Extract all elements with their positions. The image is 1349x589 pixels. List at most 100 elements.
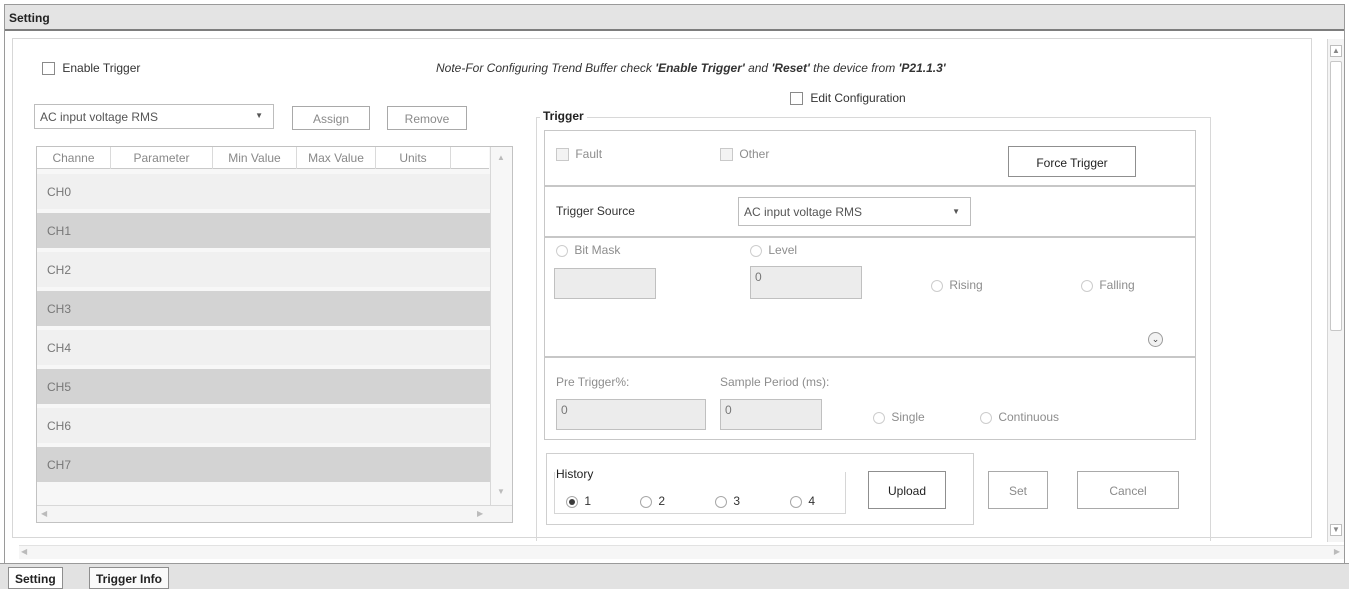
window-title: Setting [5, 5, 1344, 31]
continuous-label: Continuous [998, 410, 1060, 424]
force-trigger-button[interactable]: Force Trigger [1008, 146, 1136, 177]
grid-scroll-left-icon[interactable]: ◀ [41, 509, 47, 518]
bit-mask-input[interactable] [554, 268, 656, 299]
dropdown-arrow-icon[interactable]: ▼ [255, 111, 263, 120]
table-row[interactable]: CH5 [37, 369, 490, 404]
edit-configuration-label: Edit Configuration [810, 91, 906, 105]
note-text-device: the device from [809, 61, 899, 75]
falling-radio[interactable]: Falling [1081, 278, 1135, 292]
grid-horizontal-scrollbar[interactable]: ◀ ▶ [37, 505, 512, 522]
history-option-label: 3 [733, 494, 741, 508]
single-radio[interactable]: Single [873, 410, 925, 424]
edit-configuration-box[interactable] [790, 92, 803, 106]
history-option-label: 1 [584, 494, 592, 508]
history-radio-1[interactable] [566, 495, 578, 508]
rising-label: Rising [949, 278, 983, 292]
falling-radio-circle[interactable] [1081, 279, 1093, 292]
other-box[interactable] [720, 148, 733, 162]
history-option-3[interactable]: 3 [715, 494, 740, 508]
grid-scroll-up-icon[interactable]: ▲ [497, 153, 505, 162]
grid-vertical-scrollbar[interactable]: ▲ ▼ [490, 147, 512, 522]
bit-mask-radio-circle[interactable] [556, 244, 568, 257]
column-header-min-value[interactable]: Min Value [213, 147, 297, 169]
table-row[interactable]: CH3 [37, 291, 490, 326]
trigger-source-select[interactable]: AC input voltage RMS ▼ [738, 197, 971, 226]
single-radio-circle[interactable] [873, 411, 885, 424]
table-row[interactable]: CH2 [37, 252, 490, 287]
cancel-button[interactable]: Cancel [1077, 471, 1179, 509]
trigger-source-label: Trigger Source [556, 204, 635, 218]
enable-trigger-label: Enable Trigger [62, 61, 141, 75]
bit-mask-label: Bit Mask [574, 243, 621, 257]
pre-trigger-input[interactable]: 0 [556, 399, 706, 430]
level-label: Level [768, 243, 798, 257]
sample-period-label: Sample Period (ms): [720, 375, 830, 389]
note-text-and: and [744, 61, 772, 75]
level-radio[interactable]: Level [750, 243, 797, 257]
column-header-channel[interactable]: Channe [37, 147, 111, 169]
trigger-source-value: AC input voltage RMS [744, 205, 863, 219]
trend-buffer-note: Note-For Configuring Trend Buffer check … [436, 61, 946, 75]
history-radio-3[interactable] [715, 495, 727, 508]
table-row[interactable]: CH6 [37, 408, 490, 443]
rising-radio[interactable]: Rising [931, 278, 983, 292]
scroll-right-arrow-icon[interactable]: ▶ [1334, 547, 1340, 556]
set-button[interactable]: Set [988, 471, 1048, 509]
scroll-left-arrow-icon[interactable]: ◀ [21, 547, 27, 556]
history-radio-4[interactable] [790, 495, 802, 508]
history-radio-2[interactable] [640, 495, 652, 508]
table-row[interactable]: CH0 [37, 174, 490, 209]
history-option-4[interactable]: 4 [790, 494, 815, 508]
continuous-radio-circle[interactable] [980, 411, 992, 424]
parameter-select[interactable]: AC input voltage RMS ▼ [34, 104, 274, 129]
level-radio-circle[interactable] [750, 244, 762, 257]
enable-trigger-box[interactable] [42, 62, 55, 76]
channel-grid[interactable]: Channe Parameter Min Value Max Value Uni… [36, 146, 513, 523]
falling-label: Falling [1099, 278, 1135, 292]
edit-configuration-checkbox[interactable]: Edit Configuration [790, 91, 906, 106]
scroll-down-arrow-icon[interactable]: ▼ [1330, 524, 1342, 536]
other-checkbox[interactable]: Other [720, 147, 769, 162]
vertical-scrollbar[interactable]: ▲ ▼ [1327, 39, 1344, 542]
table-row[interactable]: CH7 [37, 447, 490, 482]
note-text: Note-For Configuring Trend Buffer check [436, 61, 656, 75]
expand-chevron-icon[interactable]: ⌄ [1148, 332, 1163, 347]
continuous-radio[interactable]: Continuous [980, 410, 1059, 424]
table-row[interactable]: CH4 [37, 330, 490, 365]
parameter-select-value: AC input voltage RMS [40, 110, 159, 124]
sample-period-input[interactable]: 0 [720, 399, 822, 430]
scroll-up-arrow-icon[interactable]: ▲ [1330, 45, 1342, 57]
tab-setting[interactable]: Setting [8, 567, 63, 589]
tab-trigger-info[interactable]: Trigger Info [89, 567, 169, 589]
note-enable-trigger: 'Enable Trigger' [655, 61, 745, 75]
rising-radio-circle[interactable] [931, 279, 943, 292]
single-label: Single [891, 410, 925, 424]
enable-trigger-checkbox[interactable]: Enable Trigger [42, 61, 141, 76]
history-option-1[interactable]: 1 [566, 494, 591, 508]
grid-scroll-down-icon[interactable]: ▼ [497, 487, 505, 496]
fault-checkbox[interactable]: Fault [556, 147, 603, 162]
note-parameter-code: 'P21.1.3' [898, 61, 946, 75]
column-header-parameter[interactable]: Parameter [111, 147, 213, 169]
horizontal-scrollbar[interactable]: ◀ ▶ [19, 545, 1344, 559]
assign-button[interactable]: Assign [292, 106, 370, 130]
fault-label: Fault [575, 147, 603, 161]
level-input[interactable]: 0 [750, 266, 862, 299]
scroll-thumb[interactable] [1330, 61, 1342, 331]
note-reset: 'Reset' [771, 61, 810, 75]
tab-strip: Setting Trigger Info [0, 563, 1349, 589]
remove-button[interactable]: Remove [387, 106, 467, 130]
fault-box[interactable] [556, 148, 569, 162]
upload-button[interactable]: Upload [868, 471, 946, 509]
history-option-2[interactable]: 2 [640, 494, 665, 508]
history-option-label: 2 [658, 494, 666, 508]
dropdown-arrow-icon[interactable]: ▼ [952, 207, 960, 216]
table-row[interactable]: CH1 [37, 213, 490, 248]
grid-scroll-right-icon[interactable]: ▶ [477, 509, 483, 518]
column-header-units[interactable]: Units [376, 147, 451, 169]
grid-header: Channe Parameter Min Value Max Value Uni… [37, 147, 489, 169]
column-header-max-value[interactable]: Max Value [297, 147, 376, 169]
pre-trigger-label: Pre Trigger%: [556, 375, 630, 389]
history-option-label: 4 [808, 494, 816, 508]
bit-mask-radio[interactable]: Bit Mask [556, 243, 620, 257]
